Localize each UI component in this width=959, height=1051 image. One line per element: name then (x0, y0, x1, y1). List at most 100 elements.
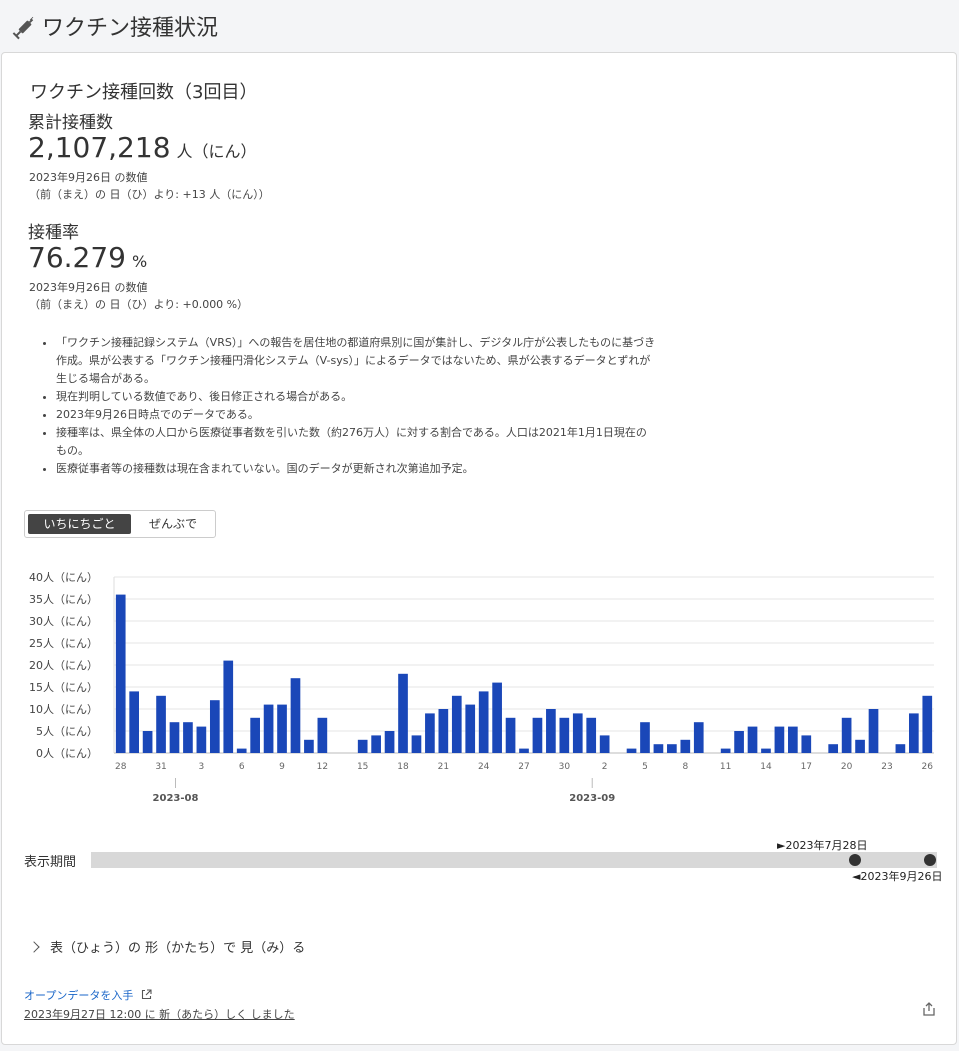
bar (451, 695, 462, 753)
bar (653, 744, 664, 753)
x-tick-label: 18 (397, 762, 409, 772)
period-end-handle[interactable] (924, 854, 936, 866)
x-tick-label: 2 (602, 762, 608, 772)
bar (774, 726, 785, 753)
note-item: 接種率は、県全体の人口から医療従事者数を引いた数（約276万人）に対する割合であ… (56, 424, 656, 460)
bar (908, 713, 919, 753)
bar (384, 731, 395, 753)
bar (922, 695, 933, 753)
x-tick-label: 11 (720, 762, 731, 772)
cumulative-value: 2,107,218 (28, 131, 171, 164)
period-start-handle[interactable] (849, 854, 861, 866)
x-tick-label: 14 (760, 762, 772, 772)
vaccination-card: ワクチン接種回数（3回目） 累計接種数 2,107,218 人（にん） 2023年… (1, 52, 957, 1045)
y-tick-label: 40人（にん） (29, 571, 98, 584)
bar (277, 704, 287, 753)
bar (532, 717, 543, 753)
bar (680, 739, 691, 753)
x-tick-label: 20 (841, 762, 853, 772)
bar (720, 748, 731, 753)
bar (465, 704, 476, 753)
bar (438, 709, 449, 753)
y-tick-label: 10人（にん） (29, 703, 98, 716)
share-icon[interactable] (921, 1001, 937, 1017)
last-updated: 2023年9月27日 12:00 に 新（あたら）しく しました (24, 1008, 295, 1021)
x-tick-label: 3 (199, 762, 205, 772)
cumulative-unit: 人（にん） (176, 142, 257, 161)
bar (478, 691, 489, 753)
y-tick-label: 35人（にん） (29, 593, 98, 606)
x-tick-label: 21 (438, 762, 449, 772)
bar (505, 717, 516, 753)
rate-unit: % (131, 252, 148, 271)
open-data-link[interactable]: オープンデータを入手 (24, 987, 152, 1003)
month-label: 2023-09 (569, 793, 615, 804)
y-tick-label: 5人（にん） (36, 725, 98, 738)
bar (129, 691, 140, 753)
bar (734, 731, 744, 753)
bar (788, 726, 798, 753)
bar (747, 726, 758, 753)
bar (290, 678, 301, 753)
bar (667, 744, 677, 753)
bar (196, 726, 207, 753)
rate-date-note: 2023年9月26日 の数値 (29, 281, 148, 294)
bar (236, 748, 247, 753)
x-tick-label: 26 (922, 762, 934, 772)
note-item: 「ワクチン接種記録システム（VRS）」への報告を居住地の都道府県別に国が集計し、… (56, 334, 656, 388)
x-tick-label: 12 (317, 762, 328, 772)
y-tick-label: 0人（にん） (36, 747, 98, 760)
page-header: ワクチン接種状況 (0, 0, 959, 52)
bar (586, 717, 597, 753)
cumulative-date-note: 2023年9月26日 の数値 (29, 171, 148, 184)
bar (693, 722, 704, 753)
period-slider-track[interactable] (91, 852, 937, 868)
bar (371, 735, 381, 753)
period-start-label: ►2023年7月28日 (777, 839, 868, 852)
bar (223, 660, 234, 753)
bar (640, 722, 650, 753)
bar (357, 739, 368, 753)
bar (142, 731, 153, 753)
section-title: ワクチン接種回数（3回目） (30, 82, 258, 103)
bar (250, 717, 260, 753)
bar (761, 748, 771, 753)
bar (492, 682, 502, 753)
bar (398, 673, 408, 753)
cumulative-label: 累計接種数 (28, 113, 113, 133)
bar (411, 735, 422, 753)
x-tick-label: 5 (642, 762, 648, 772)
cumulative-value-row: 2,107,218 人（にん） (28, 131, 257, 164)
x-tick-label: 15 (357, 762, 368, 772)
page-title: ワクチン接種状況 (42, 16, 219, 41)
cumulative-diff-note: （前（まえ）の 日（ひ）より: +13 人（にん）） (29, 188, 270, 201)
bar (115, 594, 126, 753)
x-tick-label: 17 (801, 762, 812, 772)
daily-toggle-button[interactable]: いちにちごと (28, 514, 131, 534)
y-tick-label: 25人（にん） (29, 637, 98, 650)
open-data-label: オープンデータを入手 (24, 989, 134, 1002)
bar (156, 695, 166, 753)
bar (559, 717, 570, 753)
bar (855, 739, 865, 753)
bar (263, 704, 274, 753)
y-tick-label: 20人（にん） (29, 659, 98, 672)
rate-diff-note: （前（まえ）の 日（ひ）より: +0.000 %） (29, 298, 249, 311)
table-view-expander[interactable]: 表（ひょう）の 形（かたち）で 見（み）る (28, 937, 306, 956)
x-tick-label: 23 (881, 762, 892, 772)
total-toggle-button[interactable]: ぜんぶで (134, 514, 212, 534)
syringe-icon (12, 16, 34, 40)
daily-bar-chart: 0人（にん） 5人（にん） 10人（にん） 15人（にん） 20人（にん） 25人（にん）… (29, 571, 934, 804)
bar (599, 735, 610, 753)
y-tick-label: 15人（にん） (29, 681, 98, 694)
table-view-label: 表（ひょう）の 形（かたち）で 見（み）る (50, 941, 306, 956)
note-item: 2023年9月26日時点でのデータである。 (56, 406, 656, 424)
x-tick-label: 6 (239, 762, 245, 772)
chevron-right-icon (28, 941, 40, 953)
rate-value: 76.279 (28, 241, 126, 274)
rate-value-row: 76.279% (28, 241, 147, 274)
x-tick-label: 24 (478, 762, 490, 772)
bar (169, 722, 180, 753)
bar (828, 744, 839, 753)
note-item: 医療従事者等の接種数は現在含まれていない。国のデータが更新され次第追加予定。 (56, 460, 656, 478)
